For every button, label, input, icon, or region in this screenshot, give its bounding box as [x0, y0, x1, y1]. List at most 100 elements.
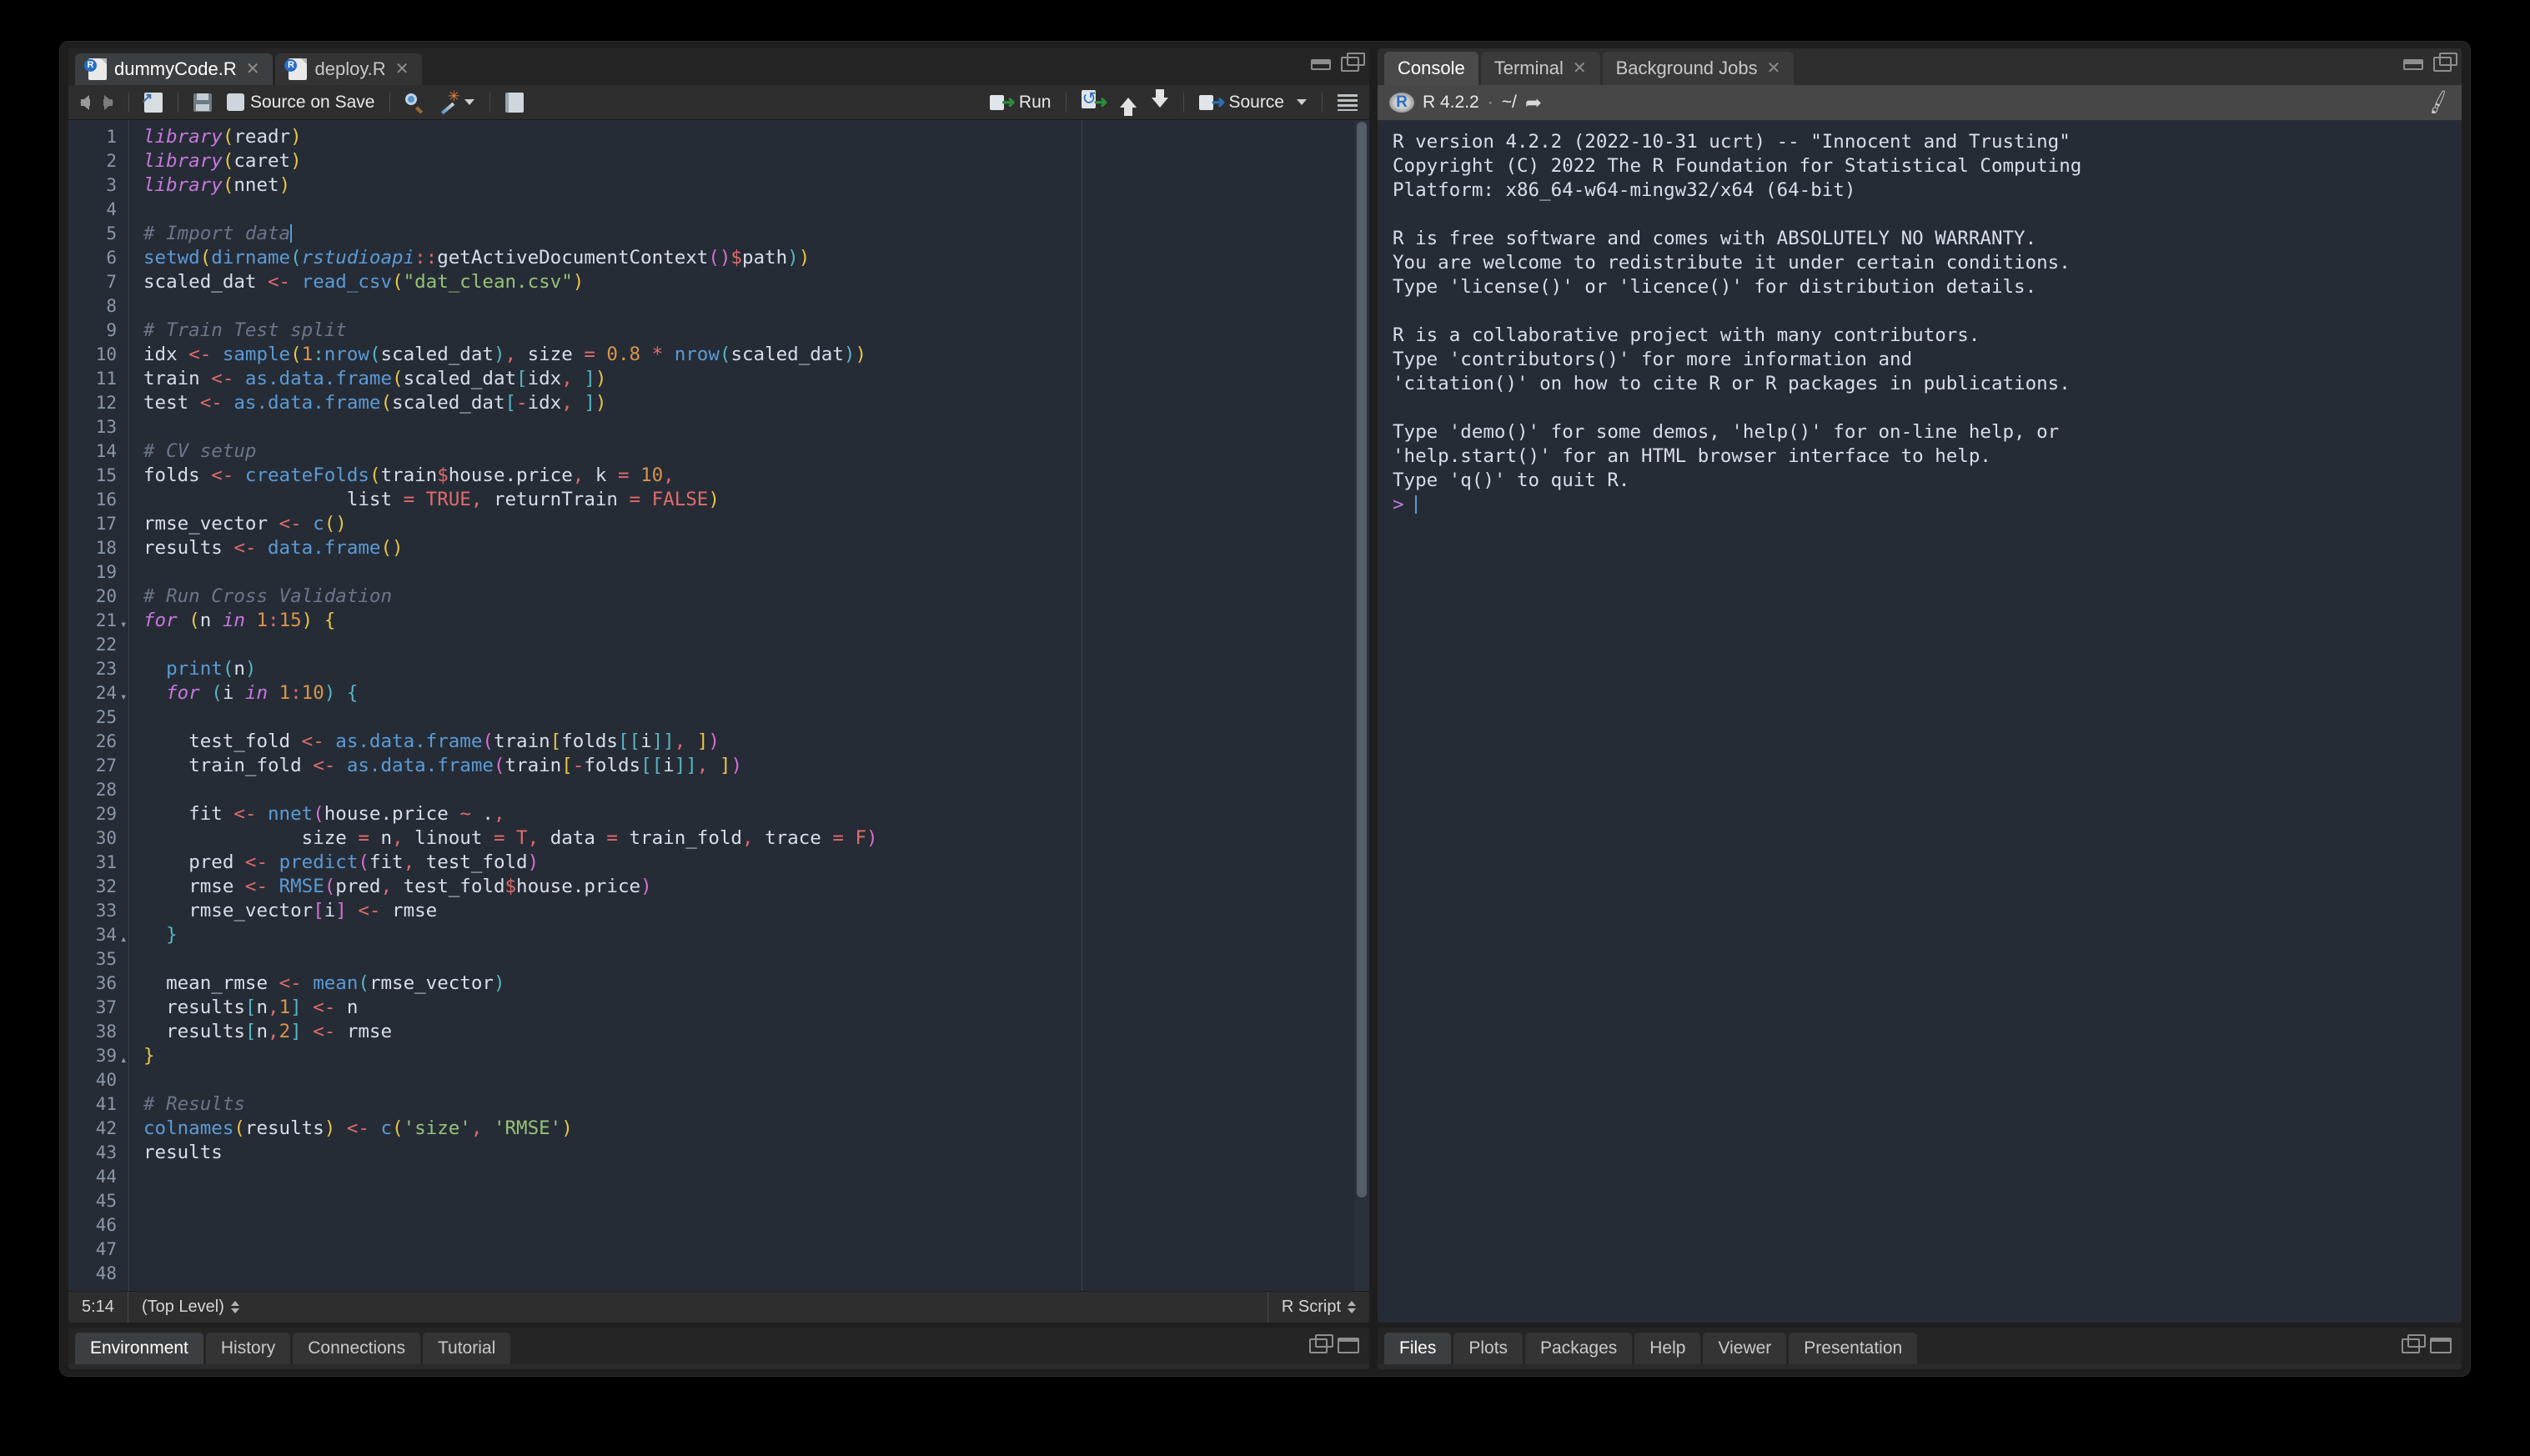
- close-icon[interactable]: ✕: [1573, 60, 1587, 77]
- code-text: idx <- sample(1:nrow(scaled_dat), size =…: [143, 344, 866, 365]
- chevron-down-icon: [464, 99, 475, 105]
- code-line: 44: [68, 1165, 1369, 1189]
- minimize-pane-icon[interactable]: [1311, 58, 1331, 70]
- maximize-pane-icon[interactable]: [2433, 53, 2457, 72]
- tab-files[interactable]: Files: [1384, 1333, 1452, 1364]
- code-line: 13: [68, 415, 1369, 439]
- tab-terminal[interactable]: Terminal ✕: [1480, 52, 1600, 85]
- line-number: 14: [95, 441, 117, 461]
- broom-icon[interactable]: 🖌: [2423, 88, 2452, 117]
- compile-report-button[interactable]: [502, 91, 527, 114]
- save-icon: [193, 93, 212, 112]
- rerun-button[interactable]: [1078, 89, 1108, 113]
- tab-console[interactable]: Console: [1384, 52, 1478, 85]
- code-line: 40: [68, 1068, 1369, 1092]
- console-tabbar: Console Terminal ✕ Background Jobs ✕: [1378, 48, 2462, 85]
- tab-tutorial[interactable]: Tutorial: [422, 1333, 511, 1364]
- chevron-down-icon[interactable]: [1297, 99, 1307, 105]
- code-line: 6 setwd(dirname(rstudioapi::getActiveDocu…: [68, 246, 1369, 270]
- code-text: colnames(results) <- c('size', 'RMSE'): [143, 1117, 573, 1139]
- environment-pane: Environment History Connections Tutorial: [68, 1328, 1369, 1369]
- tab-label: Help: [1649, 1338, 1686, 1358]
- working-directory-label[interactable]: ~/: [1502, 93, 1517, 113]
- line-number: 8: [106, 296, 117, 316]
- scope-selector[interactable]: (Top Level): [128, 1292, 253, 1323]
- code-text: test <- as.data.frame(scaled_dat[-idx, ]…: [143, 392, 607, 414]
- editor-tab-dummycode[interactable]: dummyCode.R ✕: [75, 53, 274, 85]
- code-text: for (n in 1:15) {: [143, 610, 336, 631]
- tab-help[interactable]: Help: [1634, 1333, 1701, 1364]
- line-number: 18: [95, 538, 117, 558]
- code-line: 26 test_fold <- as.data.frame(train[fold…: [68, 730, 1369, 754]
- document-outline-icon: [1338, 93, 1358, 111]
- tab-environment[interactable]: Environment: [75, 1333, 203, 1364]
- line-number: 3: [106, 175, 117, 195]
- tab-label: Packages: [1540, 1338, 1618, 1358]
- tab-connections[interactable]: Connections: [293, 1333, 420, 1364]
- code-text: for (i in 1:10) {: [166, 682, 359, 704]
- code-line: 39 ▴}: [68, 1044, 1369, 1068]
- editor-tab-deploy[interactable]: deploy.R ✕: [275, 53, 423, 85]
- files-tabbar: Files Plots Packages Help Viewer Present…: [1378, 1328, 2462, 1364]
- code-line: 3 library(nnet): [68, 173, 1369, 198]
- tab-viewer[interactable]: Viewer: [1703, 1333, 1787, 1364]
- code-text: # Run Cross Validation: [143, 585, 393, 607]
- code-text: list = TRUE, returnTrain = FALSE): [346, 489, 720, 510]
- tab-packages[interactable]: Packages: [1525, 1333, 1633, 1364]
- close-icon[interactable]: ✕: [1767, 60, 1781, 77]
- next-chunk-button[interactable]: [1148, 88, 1172, 109]
- run-button[interactable]: Run: [986, 91, 1055, 114]
- code-text: rmse_vector[i] <- rmse: [188, 900, 438, 921]
- code-text: }: [166, 924, 178, 946]
- save-button[interactable]: [190, 92, 215, 113]
- line-number: 43: [95, 1142, 117, 1162]
- tab-history[interactable]: History: [205, 1333, 291, 1364]
- minimize-pane-icon[interactable]: [2403, 58, 2423, 70]
- source-button[interactable]: Source: [1196, 91, 1310, 114]
- forward-button[interactable]: [101, 93, 117, 112]
- scrollbar-thumb[interactable]: [1357, 122, 1367, 1197]
- tab-label: Viewer: [1718, 1338, 1772, 1358]
- line-number: 22: [95, 635, 117, 655]
- document-outline-button[interactable]: [1334, 93, 1361, 113]
- code-line: 35: [68, 947, 1369, 972]
- code-text: test_fold <- as.data.frame(train[folds[[…: [188, 731, 720, 752]
- divider: [389, 92, 391, 113]
- popout-arrow-icon[interactable]: ➦: [1525, 91, 1542, 115]
- maximize-pane-icon[interactable]: [1338, 1338, 1359, 1353]
- code-line: 38 results[n,2] <- rmse: [68, 1020, 1369, 1044]
- tab-label: Plots: [1468, 1338, 1508, 1358]
- code-line: 41 # Results: [68, 1092, 1369, 1117]
- source-on-save-label: Source on Save: [250, 92, 375, 112]
- line-number: 47: [95, 1239, 117, 1259]
- code-text: folds <- createFolds(train$house.price, …: [143, 464, 675, 486]
- console-output[interactable]: R version 4.2.2 (2022-10-31 ucrt) -- "In…: [1378, 120, 2462, 1323]
- code-text: # CV setup: [143, 440, 257, 462]
- line-number: 23: [95, 659, 117, 679]
- maximize-pane-icon[interactable]: [2430, 1338, 2452, 1353]
- code-text: pred <- predict(fit, test_fold): [188, 851, 540, 873]
- file-type-selector[interactable]: R Script: [1267, 1292, 1369, 1323]
- close-icon[interactable]: ✕: [246, 61, 260, 78]
- compile-report-icon: [505, 92, 525, 113]
- find-button[interactable]: [402, 92, 427, 113]
- code-line: 7 scaled_dat <- read_csv("dat_clean.csv"): [68, 270, 1369, 294]
- close-icon[interactable]: ✕: [395, 61, 409, 78]
- tab-plots[interactable]: Plots: [1453, 1333, 1524, 1364]
- source-on-save-toggle[interactable]: Source on Save: [223, 91, 378, 114]
- code-tools-button[interactable]: [435, 88, 478, 113]
- tab-presentation[interactable]: Presentation: [1789, 1333, 1918, 1364]
- console-pane-controls: [2403, 53, 2457, 72]
- restore-pane-icon[interactable]: [1309, 1333, 1333, 1353]
- previous-chunk-button[interactable]: [1117, 96, 1140, 116]
- restore-pane-icon[interactable]: [2402, 1333, 2426, 1353]
- maximize-pane-icon[interactable]: [1341, 53, 1365, 72]
- divider: [1183, 92, 1185, 113]
- back-button[interactable]: [77, 93, 93, 112]
- show-in-new-window-button[interactable]: [141, 90, 166, 114]
- r-file-icon: [284, 58, 308, 80]
- tab-background-jobs[interactable]: Background Jobs ✕: [1602, 52, 1795, 85]
- code-editor[interactable]: 1 library(readr) 2 library(caret) 3 library(n…: [68, 120, 1369, 1291]
- editor-scrollbar[interactable]: [1354, 120, 1369, 1291]
- forward-arrow-icon: [103, 94, 113, 110]
